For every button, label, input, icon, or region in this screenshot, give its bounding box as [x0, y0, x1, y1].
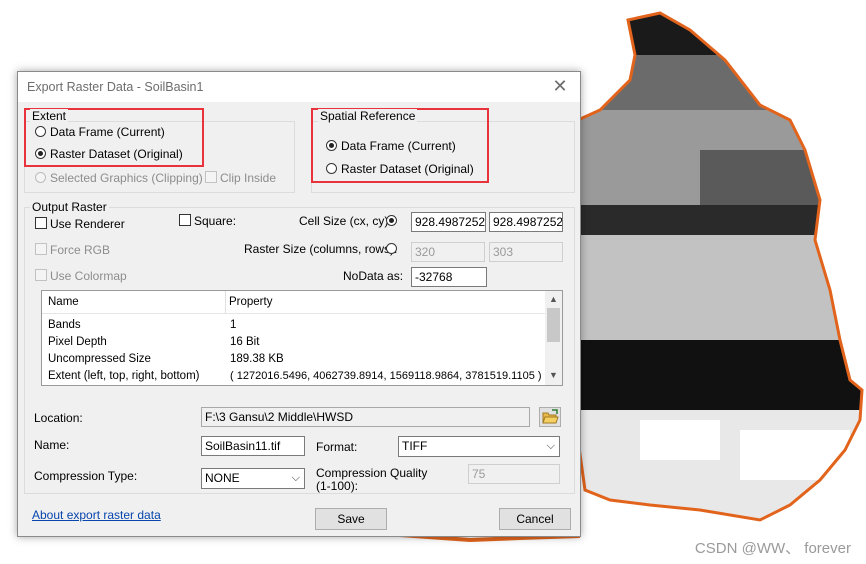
- column-separator[interactable]: [225, 291, 226, 313]
- extent-raster-dataset-radio[interactable]: [35, 148, 46, 159]
- format-select[interactable]: TIFF ⌵: [398, 436, 560, 457]
- force-rgb-label: Force RGB: [50, 243, 111, 257]
- row-uncompressed-name: Uncompressed Size: [48, 353, 151, 365]
- location-label: Location:: [34, 411, 83, 425]
- row-extent-value: ( 1272016.5496, 4062739.8914, 1569118.98…: [230, 370, 542, 382]
- browse-folder-button[interactable]: [539, 407, 561, 427]
- compression-quality-range-label: (1-100):: [316, 479, 359, 493]
- row-bands-name: Bands: [48, 319, 81, 331]
- extent-raster-dataset-label: Raster Dataset (Original): [50, 147, 183, 161]
- clip-inside-checkbox[interactable]: [205, 171, 217, 183]
- row-uncompressed-value: 189.38 KB: [230, 353, 284, 365]
- row-pixel-depth-value: 16 Bit: [230, 336, 260, 348]
- extent-data-frame-radio[interactable]: [35, 126, 46, 137]
- watermark: CSDN @WW、 forever: [694, 540, 851, 557]
- cell-size-radio[interactable]: [386, 215, 397, 226]
- row-pixel-depth-name: Pixel Depth: [48, 336, 107, 348]
- location-input[interactable]: F:\3 Gansu\2 Middle\HWSD: [201, 407, 530, 427]
- selected-graphics-label: Selected Graphics (Clipping): [50, 171, 203, 185]
- dialog-title: Export Raster Data - SoilBasin1: [27, 80, 204, 94]
- spatial-reference-label: Spatial Reference: [318, 109, 418, 123]
- header-name[interactable]: Name: [48, 296, 79, 308]
- properties-scrollbar[interactable]: ▲ ▼: [545, 291, 562, 385]
- open-folder-icon: [542, 409, 559, 424]
- export-raster-dialog: Export Raster Data - SoilBasin1 ✕ Extent…: [17, 71, 581, 537]
- raster-columns-input[interactable]: 320: [411, 242, 485, 262]
- cell-size-cx-input[interactable]: 928.4987252134: [411, 212, 486, 232]
- square-label: Square:: [194, 214, 237, 228]
- raster-size-radio[interactable]: [386, 243, 397, 254]
- close-icon[interactable]: ✕: [540, 72, 580, 102]
- scroll-thumb[interactable]: [547, 308, 560, 342]
- compression-type-select[interactable]: NONE ⌵: [201, 468, 305, 489]
- force-rgb-checkbox[interactable]: [35, 243, 47, 255]
- compression-type-value: NONE: [205, 471, 240, 485]
- cancel-button[interactable]: Cancel: [499, 508, 571, 530]
- properties-list[interactable]: Name Property Bands 1 Pixel Depth 16 Bit…: [41, 290, 563, 386]
- use-renderer-checkbox[interactable]: [35, 217, 47, 229]
- use-renderer-label: Use Renderer: [50, 217, 125, 231]
- about-export-link[interactable]: About export raster data: [32, 508, 161, 522]
- extent-data-frame-label: Data Frame (Current): [50, 125, 165, 139]
- format-value: TIFF: [402, 439, 428, 453]
- raster-size-label: Raster Size (columns, rows):: [244, 242, 398, 256]
- save-button[interactable]: Save: [315, 508, 387, 530]
- compression-type-label: Compression Type:: [34, 469, 138, 483]
- nodata-input[interactable]: -32768: [411, 267, 487, 287]
- properties-header: Name Property: [42, 291, 545, 314]
- chevron-down-icon: ⌵: [291, 472, 300, 484]
- compression-quality-label: Compression Quality: [316, 466, 428, 480]
- clip-inside-label: Clip Inside: [220, 171, 277, 185]
- sr-raster-dataset-label: Raster Dataset (Original): [341, 162, 474, 176]
- name-label: Name:: [34, 438, 70, 452]
- scroll-down-icon[interactable]: ▼: [545, 370, 562, 380]
- row-extent-name: Extent (left, top, right, bottom): [48, 370, 200, 382]
- selected-graphics-radio[interactable]: [35, 172, 46, 183]
- extent-label: Extent: [30, 109, 69, 123]
- title-bar: Export Raster Data - SoilBasin1 ✕: [18, 72, 580, 102]
- compression-quality-input[interactable]: 75: [468, 464, 560, 484]
- cell-size-label: Cell Size (cx, cy):: [299, 214, 392, 228]
- header-property[interactable]: Property: [229, 296, 272, 308]
- name-input[interactable]: SoilBasin11.tif: [201, 436, 305, 456]
- format-label: Format:: [316, 440, 358, 454]
- sr-data-frame-radio[interactable]: [326, 140, 337, 151]
- nodata-label: NoData as:: [343, 269, 404, 283]
- sr-raster-dataset-radio[interactable]: [326, 163, 337, 174]
- square-checkbox[interactable]: [179, 214, 191, 226]
- sr-data-frame-label: Data Frame (Current): [341, 139, 456, 153]
- cell-size-cy-input[interactable]: 928.4987252134: [489, 212, 563, 232]
- raster-rows-input[interactable]: 303: [489, 242, 563, 262]
- scroll-up-icon[interactable]: ▲: [545, 294, 562, 304]
- use-colormap-checkbox[interactable]: [35, 269, 47, 281]
- use-colormap-label: Use Colormap: [50, 269, 127, 283]
- chevron-down-icon: ⌵: [546, 440, 555, 452]
- row-bands-value: 1: [230, 319, 237, 331]
- output-raster-label: Output Raster: [30, 200, 109, 214]
